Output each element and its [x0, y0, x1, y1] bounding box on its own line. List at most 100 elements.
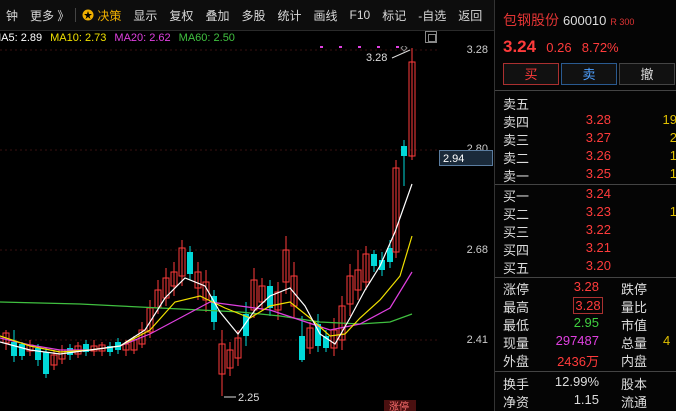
bid-price: 3.20: [585, 258, 611, 273]
stat-value: 1.15: [573, 392, 599, 407]
buy-button[interactable]: 买: [503, 63, 559, 85]
ask-price: 3.26: [585, 148, 611, 163]
chart-toolbar: 钟 更多 》 决策 显示 复权 叠加 多股 统计 画线 F10 标记 -自选 返…: [0, 0, 494, 31]
bid-label: 买三: [503, 225, 530, 240]
stat-row-high: 最高 3.28 量比: [503, 297, 676, 315]
limit-up-label: 涨停: [389, 400, 409, 411]
bid-row: 买三 3.22: [503, 222, 676, 240]
stock-badge: R 300: [610, 17, 635, 27]
ask-price: 3.25: [585, 166, 611, 181]
stat-label: 外盘: [503, 354, 530, 369]
stat-label: 最高: [503, 300, 530, 315]
stat-row-volume: 现量 297487 总量 4: [503, 333, 676, 351]
toolbar-adjust[interactable]: 复权: [163, 5, 199, 25]
bid-volume: [611, 186, 676, 204]
stat-label: 涨停: [503, 282, 530, 297]
toolbar-more-label: 更多: [30, 8, 55, 23]
toolbar-draw-line[interactable]: 画线: [307, 5, 343, 25]
ask-volume: 1: [669, 166, 676, 181]
bid-label: 买四: [503, 243, 530, 258]
ma-legend: MA5: 2.89 MA10: 2.73 MA20: 2.62 MA60: 2.…: [0, 30, 235, 46]
stat-row-limit: 涨停 3.28 跌停: [503, 279, 676, 297]
toolbar-f10[interactable]: F10: [344, 5, 377, 25]
toolbar-period[interactable]: 钟: [0, 5, 24, 25]
toolbar-back[interactable]: 返回: [452, 5, 488, 25]
stat-label: 股本: [621, 377, 648, 392]
bid-label: 买五: [503, 261, 530, 276]
toolbar-display[interactable]: 显示: [127, 5, 163, 25]
ask-row: 卖一 3.25 1: [503, 166, 676, 184]
bid-price: 3.22: [585, 222, 611, 237]
stat-label: 总量: [621, 336, 648, 351]
ask-volume: [611, 94, 676, 112]
stat-label: 内盘: [621, 354, 648, 369]
stat-label: 流通: [621, 395, 648, 410]
toolbar-statistics[interactable]: 统计: [271, 5, 307, 25]
stock-code: 600010: [563, 13, 607, 28]
bid-label: 买一: [503, 189, 530, 204]
ma5-label: MA5: 2.89: [0, 32, 43, 44]
stat-value: 4: [663, 333, 671, 348]
ma60-label: MA60: 2.50: [178, 32, 235, 44]
toolbar-decision[interactable]: 决策: [76, 5, 127, 25]
stat-label: 跌停: [621, 282, 648, 297]
stock-name: 包钢股份: [503, 12, 559, 28]
toolbar-multi-stock[interactable]: 多股: [235, 5, 271, 25]
bid-label: 买二: [503, 207, 530, 222]
ask-label: 卖一: [503, 169, 530, 184]
stat-label: 换手: [503, 377, 530, 392]
stat-value: 3.28: [573, 279, 599, 294]
stats-divider-2: [495, 371, 676, 372]
price-change: 0.26: [546, 40, 572, 55]
toolbar-mark[interactable]: 标记: [376, 5, 412, 25]
ask-volume: 19: [662, 112, 676, 127]
ask-label: 卖二: [503, 151, 530, 166]
toolbar-more[interactable]: 更多 》: [24, 5, 75, 25]
stat-value: 297487: [555, 333, 599, 348]
stat-value: 12.99%: [554, 374, 599, 389]
stat-value: 2436万: [557, 354, 599, 369]
bid-row: 买二 3.23 1: [503, 204, 676, 222]
stat-row-turnover: 换手 12.99% 股本: [503, 374, 676, 392]
axis-label-bottom: 2.41: [466, 334, 488, 346]
panel-divider: [495, 90, 676, 91]
bid-price: 3.21: [585, 240, 611, 255]
price-change-pct: 8.72%: [581, 40, 619, 55]
axis-label-3: 2.68: [466, 244, 488, 256]
stat-row-net-assets: 净资 1.15 流通: [503, 392, 676, 410]
sell-button[interactable]: 卖: [561, 63, 617, 85]
toolbar-remove-watchlist[interactable]: -自选: [412, 5, 452, 25]
decision-icon: [82, 9, 94, 21]
top-markers: [320, 46, 408, 52]
bid-volume: [611, 258, 676, 276]
quote-panel: 包钢股份 600010 R 300 3.24 0.26 8.72% 买 卖 撤 卖五…: [494, 0, 676, 411]
grid-lines: [0, 49, 437, 341]
stat-value: 2.95: [573, 315, 599, 330]
ask-price: 3.28: [585, 112, 611, 127]
ask-label: 卖四: [503, 115, 530, 130]
candlestick-chart[interactable]: 3.28 2.25 涨停: [0, 46, 494, 411]
cancel-order-button[interactable]: 撤: [619, 63, 675, 85]
bid-row: 买一 3.24: [503, 186, 676, 204]
stock-header: 包钢股份 600010 R 300: [503, 10, 634, 30]
ask-row: 卖四 3.28 19: [503, 112, 676, 130]
high-pointer-line: [391, 49, 411, 59]
chart-settings-icon[interactable]: [425, 31, 437, 43]
bid-price: 3.24: [585, 186, 611, 201]
stat-label: 最低: [503, 318, 530, 333]
bid-row: 买四 3.21: [503, 240, 676, 258]
bid-price: 3.23: [585, 204, 611, 219]
book-divider: [495, 184, 676, 185]
bid-volume: 1: [669, 204, 676, 219]
ask-row: 卖二 3.26 1: [503, 148, 676, 166]
ma20-label: MA20: 2.62: [114, 32, 171, 44]
ma10-label: MA10: 2.73: [50, 32, 107, 44]
ask-row: 卖五: [503, 94, 676, 112]
bid-volume: [611, 240, 676, 258]
ask-row: 卖三 3.27 2: [503, 130, 676, 148]
toolbar-overlay[interactable]: 叠加: [199, 5, 235, 25]
price-axis: 3.28 2.80 2.68 2.41: [437, 30, 494, 411]
bid-row: 买五 3.20: [503, 258, 676, 276]
ask-volume: 2: [669, 130, 676, 145]
toolbar-decision-label: 决策: [97, 8, 122, 23]
